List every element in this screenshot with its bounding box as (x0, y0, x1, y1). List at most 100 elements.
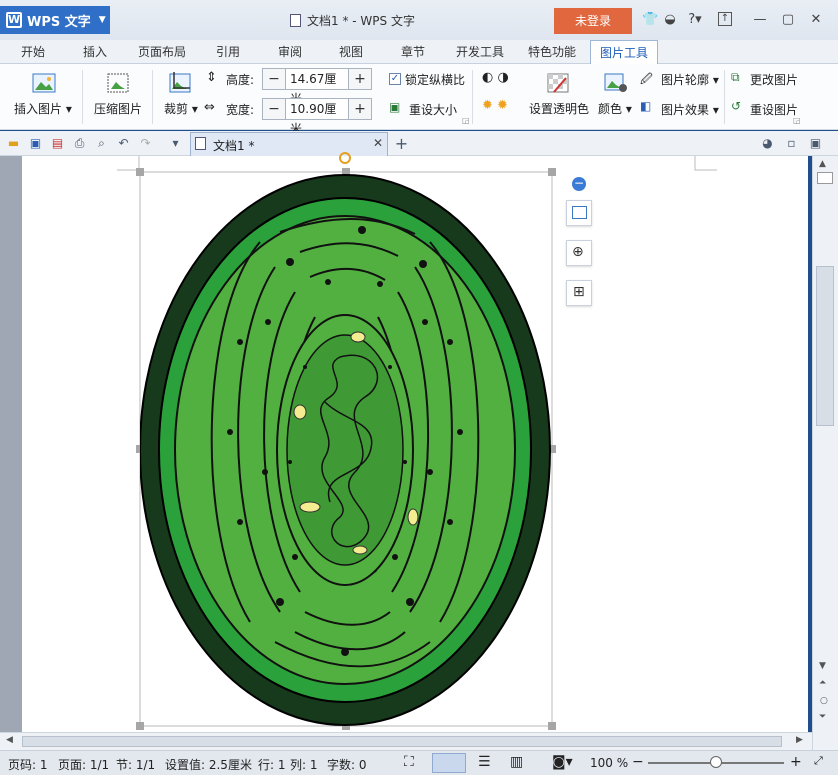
crop-button[interactable]: 裁剪 ▾ (164, 100, 198, 117)
print-preview-icon[interactable]: ⌕ (94, 136, 109, 151)
redo-icon[interactable]: ↷ (138, 136, 153, 151)
picture-outline-button[interactable]: 图片轮廓 ▾ (661, 71, 719, 88)
change-picture-button[interactable]: 更改图片 (750, 71, 798, 88)
document-icon (195, 137, 206, 150)
zoom-in-icon[interactable]: + (790, 754, 802, 770)
ribbon: 插入图片 ▾ 压缩图片 裁剪 ▾ ⇕ 高度: − 14.67厘米 + ⇔ 宽度:… (0, 64, 838, 136)
tab-special[interactable]: 特色功能 (520, 40, 584, 64)
expand-icon[interactable]: ⤢ (814, 754, 823, 768)
collapse-icon[interactable]: − (572, 177, 586, 191)
reset-size-button[interactable]: 重设大小 (409, 101, 457, 118)
picture-outline-icon: 🖉 (640, 72, 653, 86)
login-button[interactable]: 未登录 (554, 8, 632, 34)
help-icon[interactable]: ?▾ (684, 12, 706, 28)
print-icon[interactable]: ⎙ (72, 136, 87, 151)
scroll-thumb[interactable] (816, 266, 834, 426)
next-page-icon[interactable]: ⏷ (819, 712, 826, 722)
outline-view-icon[interactable]: ☰ (478, 754, 491, 770)
crop-picture-button[interactable]: ⊞ (566, 280, 592, 306)
document-page[interactable]: − ⊕ ⊞ (22, 152, 808, 732)
lock-ratio-label: 锁定纵横比 (405, 73, 466, 87)
eye-care-icon[interactable]: ◙▾ (552, 754, 573, 770)
horizontal-scrollbar[interactable]: ◀ ▶ (0, 732, 812, 750)
cell-picture[interactable] (140, 172, 552, 726)
brightness-icon[interactable]: ✹ ✹ (482, 98, 508, 113)
chevron-down-icon[interactable]: ▾ (168, 136, 183, 151)
width-icon: ⇔ (204, 100, 215, 115)
height-stepper[interactable]: − 14.67厘米 + (262, 68, 372, 106)
close-icon[interactable]: ✕ (808, 12, 824, 28)
web-view-icon[interactable]: ▥ (510, 754, 523, 770)
restore-icon[interactable]: ▫ (784, 136, 799, 151)
tab-insert[interactable]: 插入 (70, 40, 120, 64)
scroll-up-icon[interactable]: ▲ (819, 159, 826, 169)
height-input[interactable]: 14.67厘米 (285, 69, 349, 106)
rotate-handle[interactable] (339, 152, 351, 164)
dialog-launcher-icon[interactable]: ◲ (462, 116, 470, 125)
chat-icon[interactable]: ◒ (662, 12, 678, 28)
skin-icon[interactable]: 👕 (642, 12, 658, 28)
upload-icon[interactable]: ↑ (718, 12, 732, 26)
contrast-icon[interactable]: ◐ ◑ (482, 70, 509, 85)
tab-review[interactable]: 审阅 (265, 40, 315, 64)
close-tab-icon[interactable]: ✕ (373, 136, 383, 150)
height-decrease-button[interactable]: − (263, 69, 285, 89)
undo-icon[interactable]: ↶ (116, 136, 131, 151)
insert-picture-button[interactable]: 插入图片 ▾ (14, 100, 72, 117)
change-picture-icon: ⧉ (731, 70, 740, 84)
tab-view[interactable]: 视图 (326, 40, 376, 64)
feedback-icon[interactable]: ◕ (760, 136, 775, 151)
scroll-left-icon[interactable]: ◀ (6, 735, 13, 745)
compress-picture-button[interactable]: 压缩图片 (94, 100, 142, 117)
vertical-scrollbar[interactable]: ▲ ▼ ⏶ ○ ⏷ (812, 156, 838, 750)
width-increase-button[interactable]: + (349, 99, 371, 119)
reset-picture-icon: ↺ (731, 99, 742, 113)
tab-section[interactable]: 章节 (388, 40, 438, 64)
reset-size-icon: ▣ (389, 100, 401, 114)
picture-effect-icon: ◧ (640, 99, 652, 113)
status-pages: 页面: 1/1 (58, 758, 110, 772)
chevron-down-icon: ▼ (98, 15, 106, 25)
width-decrease-button[interactable]: − (263, 99, 285, 119)
page-view-button[interactable] (432, 753, 466, 773)
scroll-right-icon[interactable]: ▶ (796, 735, 803, 745)
close-doc-icon[interactable]: ▣ (808, 136, 823, 151)
tab-developer[interactable]: 开发工具 (448, 40, 512, 64)
transparent-color-icon (547, 73, 569, 93)
document-tab-label: 文档1 * (213, 139, 255, 153)
save-icon[interactable]: ▣ (28, 136, 43, 151)
pdf-icon[interactable]: ▤ (50, 136, 65, 151)
color-button[interactable]: 颜色 ▾ (598, 100, 632, 117)
fullscreen-icon[interactable]: ⛶ (404, 754, 414, 770)
reset-picture-button[interactable]: 重设图片 (750, 101, 798, 118)
document-icon (290, 14, 301, 27)
height-increase-button[interactable]: + (349, 69, 371, 89)
zoom-slider-thumb[interactable] (710, 756, 722, 768)
browse-object-icon[interactable]: ○ (820, 696, 828, 706)
minimize-icon[interactable]: — (752, 12, 768, 28)
maximize-icon[interactable]: ▢ (780, 12, 796, 28)
ribbon-tabs: 开始 插入 页面布局 引用 审阅 视图 章节 开发工具 特色功能 图片工具 (0, 40, 838, 64)
h-scroll-thumb[interactable] (22, 736, 782, 747)
tab-picture-tools[interactable]: 图片工具 (590, 40, 658, 64)
new-tab-icon[interactable]: + (394, 136, 409, 152)
split-icon[interactable] (817, 172, 833, 184)
tab-reference[interactable]: 引用 (203, 40, 253, 64)
open-folder-icon[interactable]: ▬ (6, 136, 21, 151)
zoom-out-icon[interactable]: − (632, 754, 644, 770)
prev-page-icon[interactable]: ⏶ (819, 678, 826, 688)
width-input[interactable]: 10.90厘米 (285, 99, 349, 136)
app-menu-button[interactable]: W WPS 文字 ▼ (0, 6, 110, 34)
picture-effect-button[interactable]: 图片效果 ▾ (661, 101, 719, 118)
tab-page-layout[interactable]: 页面布局 (132, 40, 192, 64)
lock-ratio-checkbox[interactable]: ✓ (389, 73, 401, 85)
status-col: 列: 1 (290, 758, 318, 772)
document-tab[interactable]: 文档1 * ✕ (190, 132, 388, 156)
tab-home[interactable]: 开始 (8, 40, 58, 64)
zoom-picture-button[interactable]: ⊕ (566, 240, 592, 266)
scroll-down-icon[interactable]: ▼ (819, 661, 826, 671)
set-transparent-button[interactable]: 设置透明色 (529, 100, 589, 117)
dialog-launcher-icon[interactable]: ◲ (793, 116, 801, 125)
layout-options-button[interactable] (566, 200, 592, 226)
width-stepper[interactable]: − 10.90厘米 + (262, 98, 372, 136)
